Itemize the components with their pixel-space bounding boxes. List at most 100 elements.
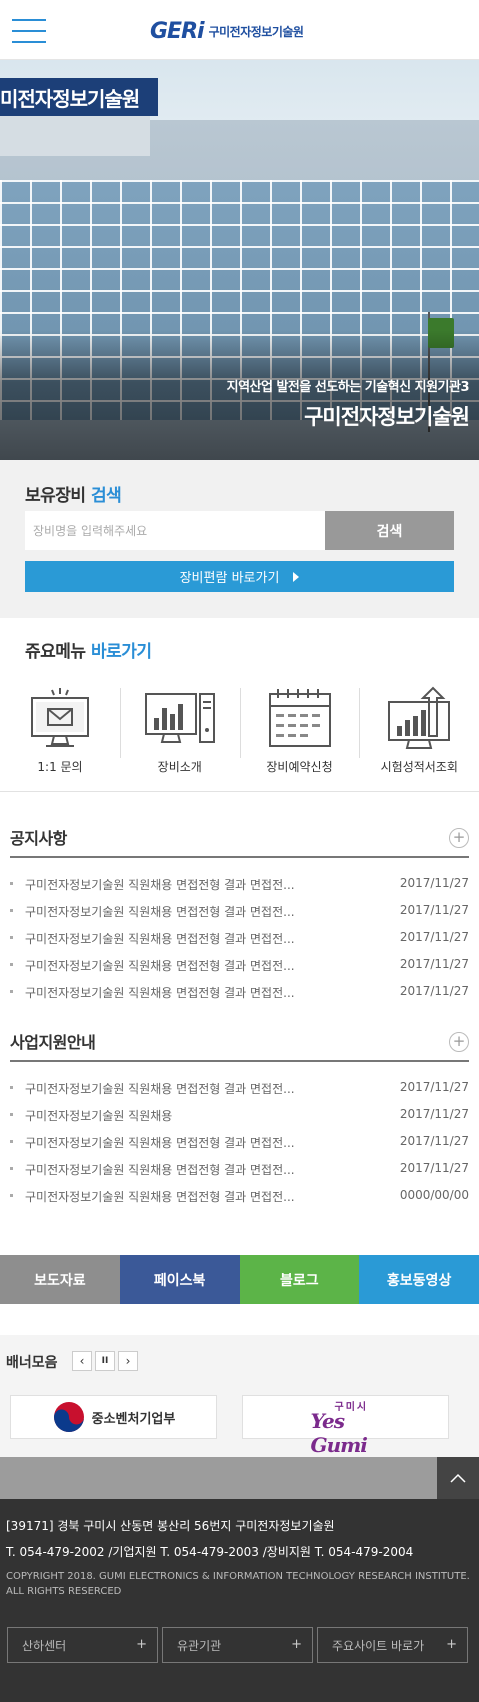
list-item-title: 구미전자정보기술원 직원채용 면접전형 결과 면접전... <box>25 986 295 1000</box>
notices-title: 공지사항 <box>10 829 67 848</box>
support-title: 사업지원안내 <box>10 1033 96 1052</box>
select-label: 주요사이트 바로가 <box>332 1638 425 1653</box>
logo-geri-text: GERi <box>150 18 205 44</box>
list-item-title: 구미전자정보기술원 직원채용 면접전형 결과 면접전... <box>25 1136 295 1150</box>
list-item[interactable]: 구미전자정보기술원 직원채용 면접전형 결과 면접전... 2017/11/27 <box>10 952 469 979</box>
bullet-icon <box>10 1167 13 1170</box>
menu-label: 장비예약신청 <box>266 760 333 774</box>
chevron-left-icon[interactable]: ‹ <box>72 1351 92 1371</box>
list-item[interactable]: 구미전자정보기술원 직원채용 면접전형 결과 면접전... 2017/11/27 <box>10 1129 469 1156</box>
building-sign: 미전자정보기술원 <box>0 78 158 116</box>
pause-icon[interactable]: II <box>95 1351 115 1371</box>
social-links: 보도자료 페이스북 블로그 홍보동영상 <box>0 1255 479 1304</box>
list-item-title: 구미전자정보기술원 직원채용 면접전형 결과 면접전... <box>25 959 295 973</box>
promo-video-button[interactable]: 홍보동영상 <box>359 1255 479 1304</box>
list-item-date: 0000/00/00 <box>399 1188 469 1202</box>
chevron-up-icon <box>450 1473 466 1483</box>
site-logo[interactable]: GERi 구미전자정보기술원 <box>150 18 304 44</box>
list-item[interactable]: 구미전자정보기술원 직원채용 면접전형 결과 면접전... 2017/11/27 <box>10 1156 469 1183</box>
scroll-top-button[interactable] <box>437 1457 479 1499</box>
bullet-icon <box>10 909 13 912</box>
list-item-date: 2017/11/27 <box>399 1161 469 1175</box>
support-header: 사업지원안내 + <box>10 1022 469 1062</box>
list-item[interactable]: 구미전자정보기술원 직원채용 면접전형 결과 면접전... 2017/11/27 <box>10 979 469 1006</box>
search-button[interactable]: 검색 <box>325 511 454 550</box>
list-item-title: 구미전자정보기술원 직원채용 면접전형 결과 면접전... <box>25 1082 295 1096</box>
taegeuk-logo-icon <box>53 1402 84 1432</box>
equipment-search-input[interactable] <box>25 511 325 550</box>
list-item-date: 2017/11/27 <box>399 984 469 998</box>
list-item-title: 구미전자정보기술원 직원채용 면접전형 결과 면접전... <box>25 932 295 946</box>
menu-item-reservation[interactable]: 장비예약신청 <box>239 680 360 790</box>
list-item[interactable]: 구미전자정보기술원 직원채용 면접전형 결과 면접전... 2017/11/27 <box>10 1075 469 1102</box>
list-item[interactable]: 구미전자정보기술원 직원채용 2017/11/27 <box>10 1102 469 1129</box>
equipment-catalog-link[interactable]: 장비편람 바로가기 <box>25 561 454 592</box>
menu-label: 시험성적서조회 <box>380 760 458 774</box>
bullet-icon <box>10 990 13 993</box>
bullet-icon <box>10 1086 13 1089</box>
list-item-date: 2017/11/27 <box>399 1134 469 1148</box>
footer: [39171] 경북 구미시 산동면 봉산리 56번지 구미전자정보기술원 T.… <box>0 1499 479 1702</box>
calendar-icon <box>268 689 331 747</box>
bullet-icon <box>10 963 13 966</box>
bullet-icon <box>10 1140 13 1143</box>
list-item-date: 2017/11/27 <box>399 930 469 944</box>
blog-button[interactable]: 블로그 <box>239 1255 360 1304</box>
main-menu-title-accent: 바로가기 <box>90 642 152 662</box>
yes-gumi-logo: 구미시 Yes Gumi <box>291 1397 401 1457</box>
hero-banner: 미전자정보기술원 지역산업 발전을 선도하는 기술혁신 지원기관3 구미전자정보… <box>0 60 479 460</box>
list-item-date: 2017/11/27 <box>399 1107 469 1121</box>
notices-list: 구미전자정보기술원 직원채용 면접전형 결과 면접전... 2017/11/27 … <box>10 871 469 1006</box>
hamburger-icon[interactable] <box>12 16 46 44</box>
equipment-catalog-label: 장비편람 바로가기 <box>179 571 280 586</box>
list-item[interactable]: 구미전자정보기술원 직원채용 면접전형 결과 면접전... 0000/00/00 <box>10 1183 469 1210</box>
bullet-icon <box>10 882 13 885</box>
logo-sub-text: 구미전자정보기술원 <box>208 24 304 39</box>
select-label: 유관기관 <box>177 1638 222 1653</box>
more-plus-icon[interactable]: + <box>449 828 469 848</box>
main-menu-title-main: 쥬요메뉴 <box>25 642 86 662</box>
hero-roof <box>0 116 150 156</box>
banner-section: 배너모음 ‹ II › 중소벤처기업부 구미시 Yes Gumi <box>0 1335 479 1457</box>
footer-address: [39171] 경북 구미시 산동면 봉산리 56번지 구미전자정보기술원 <box>6 1519 335 1533</box>
bullet-icon <box>10 1113 13 1116</box>
mail-monitor-icon <box>31 688 89 747</box>
equipment-section-title: 보유장비 검색 <box>25 481 122 506</box>
main-menu-section: 쥬요메뉴 바로가기 1:1 문의 장비소개 장비예약신청 시험성적서조회 <box>0 618 479 792</box>
related-orgs-select[interactable]: 유관기관 + <box>162 1627 313 1663</box>
affiliated-centers-select[interactable]: 산하센터 + <box>7 1627 158 1663</box>
list-item[interactable]: 구미전자정보기술원 직원채용 면접전형 결과 면접전... 2017/11/27 <box>10 898 469 925</box>
banner-gumi[interactable]: 구미시 Yes Gumi <box>242 1395 449 1457</box>
list-item[interactable]: 구미전자정보기술원 직원채용 면접전형 결과 면접전... 2017/11/27 <box>10 925 469 952</box>
hero-caption: 지역산업 발전을 선도하는 기술혁신 지원기관3 구미전자정보기술원 <box>227 376 470 431</box>
arrow-right-icon <box>293 571 300 582</box>
menu-item-inquiry[interactable]: 1:1 문의 <box>0 680 120 790</box>
footer-copyright: COPYRIGHT 2018. GUMI ELECTRONICS & INFOR… <box>6 1571 470 1597</box>
menu-item-test-report[interactable]: 시험성적서조회 <box>359 680 479 790</box>
banner-mss[interactable]: 중소벤처기업부 <box>10 1395 217 1439</box>
facebook-button[interactable]: 페이스북 <box>119 1255 240 1304</box>
yes-gumi-text: Yes Gumi <box>310 1409 368 1457</box>
press-release-button[interactable]: 보도자료 <box>0 1255 120 1304</box>
plus-icon: + <box>136 1637 147 1652</box>
hamburger-line <box>12 41 46 43</box>
list-item-date: 2017/11/27 <box>399 957 469 971</box>
list-item-date: 2017/11/27 <box>399 876 469 890</box>
list-item-date: 2017/11/27 <box>399 1080 469 1094</box>
hamburger-line <box>12 19 46 21</box>
list-item-title: 구미전자정보기술원 직원채용 면접전형 결과 면접전... <box>25 1190 295 1204</box>
growth-chart-icon <box>388 686 451 749</box>
equipment-computer-icon <box>144 693 215 743</box>
list-item-title: 구미전자정보기술원 직원채용 면접전형 결과 면접전... <box>25 905 295 919</box>
equipment-search-section: 보유장비 검색 검색 장비편람 바로가기 <box>0 460 479 618</box>
footer-top-bar <box>0 1457 479 1499</box>
select-label: 산하센터 <box>22 1638 67 1653</box>
main-menu-items: 1:1 문의 장비소개 장비예약신청 시험성적서조회 <box>0 680 479 790</box>
more-plus-icon[interactable]: + <box>449 1032 469 1052</box>
support-list: 구미전자정보기술원 직원채용 면접전형 결과 면접전... 2017/11/27 … <box>10 1075 469 1210</box>
footer-phones: T. 054-479-2002 /기업지원 T. 054-479-2003 /장… <box>6 1545 414 1559</box>
list-item[interactable]: 구미전자정보기술원 직원채용 면접전형 결과 면접전... 2017/11/27 <box>10 871 469 898</box>
menu-item-equipment[interactable]: 장비소개 <box>119 680 240 790</box>
chevron-right-icon[interactable]: › <box>118 1351 138 1371</box>
major-sites-select[interactable]: 주요사이트 바로가 + <box>317 1627 468 1663</box>
